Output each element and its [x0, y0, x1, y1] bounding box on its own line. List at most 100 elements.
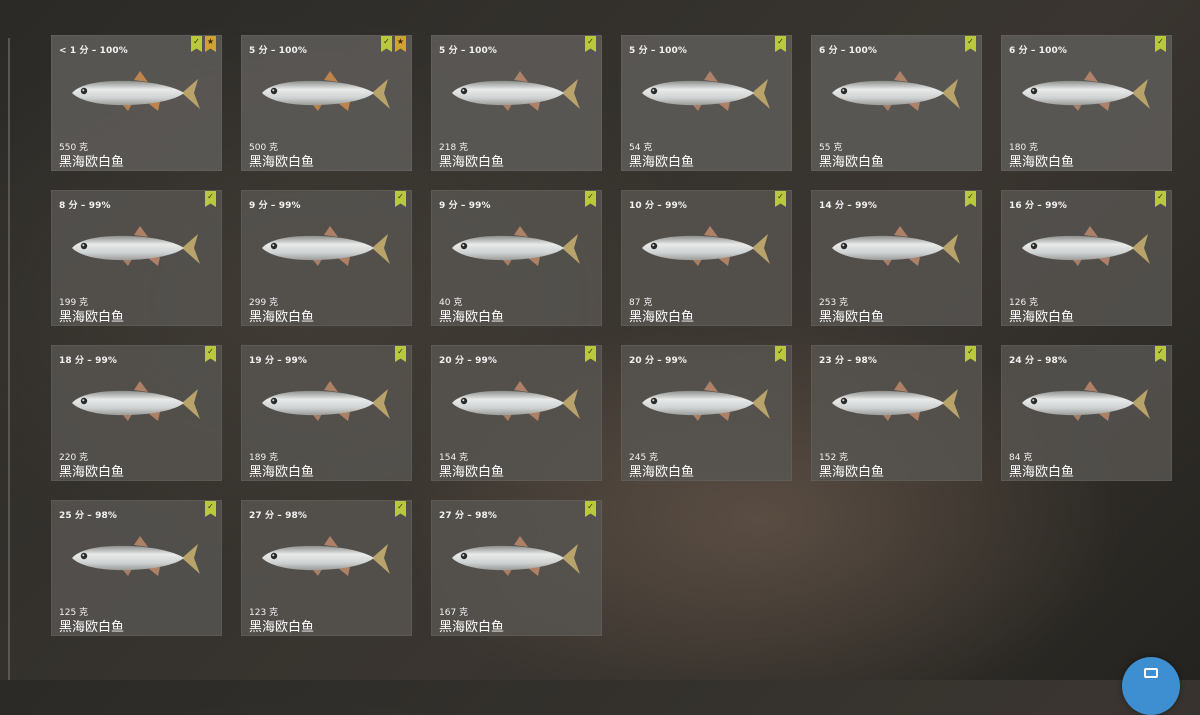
catch-card[interactable]: 5 分 – 100% ✓ ★ 500 克黑海欧白鱼: [241, 35, 412, 171]
fish-name: 黑海欧白鱼: [629, 155, 695, 170]
fish-name: 黑海欧白鱼: [1009, 310, 1075, 325]
fish-name: 黑海欧白鱼: [819, 310, 885, 325]
catch-stats: 20 分 – 99%: [629, 356, 687, 366]
catch-card[interactable]: 23 分 – 98% ✓ 152 克黑海欧白鱼: [811, 345, 982, 481]
badge-group: ✓: [775, 36, 786, 52]
fish-name: 黑海欧白鱼: [249, 310, 315, 325]
badge-group: ✓ ★: [191, 36, 216, 52]
checkmark-icon: ✓: [395, 501, 406, 517]
catch-stats: 16 分 – 99%: [1009, 201, 1067, 211]
badge-group: ✓: [205, 501, 216, 517]
fish-icon: [640, 224, 775, 272]
checkmark-icon: ✓: [775, 191, 786, 207]
catch-card[interactable]: 6 分 – 100% ✓ 55 克黑海欧白鱼: [811, 35, 982, 171]
fish-icon: [70, 224, 205, 272]
catch-stats: 8 分 – 99%: [59, 201, 111, 211]
fish-name: 黑海欧白鱼: [249, 620, 315, 635]
checkmark-icon: ✓: [585, 36, 596, 52]
badge-group: ✓: [1155, 191, 1166, 207]
message-icon: [1144, 668, 1158, 678]
badge-group: ✓: [965, 346, 976, 362]
badge-group: ✓: [775, 346, 786, 362]
fish-name: 黑海欧白鱼: [59, 155, 125, 170]
star-icon: ★: [205, 36, 216, 52]
fish-name: 黑海欧白鱼: [819, 465, 885, 480]
catch-stats: 24 分 – 98%: [1009, 356, 1067, 366]
catch-card[interactable]: 27 分 – 98% ✓ 167 克黑海欧白鱼: [431, 500, 602, 636]
fish-name: 黑海欧白鱼: [439, 465, 505, 480]
fish-name: 黑海欧白鱼: [439, 310, 505, 325]
catch-card[interactable]: 20 分 – 99% ✓ 154 克黑海欧白鱼: [431, 345, 602, 481]
checkmark-icon: ✓: [205, 501, 216, 517]
badge-group: ✓: [205, 191, 216, 207]
catch-card[interactable]: < 1 分 – 100% ✓ ★ 550 克黑海欧白鱼: [51, 35, 222, 171]
fish-icon: [1020, 224, 1155, 272]
fish-name: 黑海欧白鱼: [249, 155, 315, 170]
catch-stats: 5 分 – 100%: [249, 46, 307, 56]
checkmark-icon: ✓: [965, 191, 976, 207]
fish-icon: [640, 379, 775, 427]
catch-card[interactable]: 24 分 – 98% ✓ 84 克黑海欧白鱼: [1001, 345, 1172, 481]
catch-card[interactable]: 9 分 – 99% ✓ 40 克黑海欧白鱼: [431, 190, 602, 326]
catch-card[interactable]: 19 分 – 99% ✓ 189 克黑海欧白鱼: [241, 345, 412, 481]
catch-card[interactable]: 25 分 – 98% ✓ 125 克黑海欧白鱼: [51, 500, 222, 636]
checkmark-icon: ✓: [585, 346, 596, 362]
fish-name: 黑海欧白鱼: [439, 620, 505, 635]
checkmark-icon: ✓: [395, 346, 406, 362]
badge-group: ✓: [585, 191, 596, 207]
catch-stats: 27 分 – 98%: [249, 511, 307, 521]
checkmark-icon: ✓: [1155, 191, 1166, 207]
catch-stats: 20 分 – 99%: [439, 356, 497, 366]
catch-card[interactable]: 10 分 – 99% ✓ 87 克黑海欧白鱼: [621, 190, 792, 326]
checkmark-icon: ✓: [1155, 36, 1166, 52]
fish-icon: [70, 379, 205, 427]
badge-group: ✓: [395, 191, 406, 207]
catch-card[interactable]: 20 分 – 99% ✓ 245 克黑海欧白鱼: [621, 345, 792, 481]
checkmark-icon: ✓: [191, 36, 202, 52]
catch-card[interactable]: 8 分 – 99% ✓ 199 克黑海欧白鱼: [51, 190, 222, 326]
catch-card[interactable]: 14 分 – 99% ✓ 253 克黑海欧白鱼: [811, 190, 982, 326]
catch-stats: 18 分 – 99%: [59, 356, 117, 366]
checkmark-icon: ✓: [965, 346, 976, 362]
catch-stats: 5 分 – 100%: [439, 46, 497, 56]
badge-group: ✓: [1155, 36, 1166, 52]
checkmark-icon: ✓: [205, 346, 216, 362]
fish-name: 黑海欧白鱼: [439, 155, 505, 170]
badge-group: ✓: [395, 501, 406, 517]
fish-icon: [70, 534, 205, 582]
catch-stats: 27 分 – 98%: [439, 511, 497, 521]
fish-icon: [830, 69, 965, 117]
chat-button[interactable]: [1122, 657, 1180, 715]
badge-group: ✓: [395, 346, 406, 362]
catch-stats: 9 分 – 99%: [439, 201, 491, 211]
catch-stats: 14 分 – 99%: [819, 201, 877, 211]
fish-icon: [260, 69, 395, 117]
badge-group: ✓ ★: [381, 36, 406, 52]
fish-icon: [260, 379, 395, 427]
badge-group: ✓: [965, 191, 976, 207]
catch-card[interactable]: 6 分 – 100% ✓ 180 克黑海欧白鱼: [1001, 35, 1172, 171]
catch-card[interactable]: 5 分 – 100% ✓ 218 克黑海欧白鱼: [431, 35, 602, 171]
catch-stats: 9 分 – 99%: [249, 201, 301, 211]
checkmark-icon: ✓: [585, 501, 596, 517]
catch-card[interactable]: 27 分 – 98% ✓ 123 克黑海欧白鱼: [241, 500, 412, 636]
fish-name: 黑海欧白鱼: [59, 620, 125, 635]
catch-stats: 25 分 – 98%: [59, 511, 117, 521]
fish-icon: [450, 224, 585, 272]
fish-icon: [260, 224, 395, 272]
catch-stats: 23 分 – 98%: [819, 356, 877, 366]
fish-name: 黑海欧白鱼: [59, 465, 125, 480]
catch-stats: 10 分 – 99%: [629, 201, 687, 211]
fish-icon: [450, 69, 585, 117]
fish-icon: [450, 534, 585, 582]
catch-card[interactable]: 18 分 – 99% ✓ 220 克黑海欧白鱼: [51, 345, 222, 481]
fish-icon: [1020, 379, 1155, 427]
fish-name: 黑海欧白鱼: [1009, 465, 1075, 480]
catch-card[interactable]: 16 分 – 99% ✓ 126 克黑海欧白鱼: [1001, 190, 1172, 326]
fish-icon: [450, 379, 585, 427]
catch-card[interactable]: 9 分 – 99% ✓ 299 克黑海欧白鱼: [241, 190, 412, 326]
badge-group: ✓: [965, 36, 976, 52]
catch-stats: 6 分 – 100%: [1009, 46, 1067, 56]
catch-grid: < 1 分 – 100% ✓ ★ 550 克黑海欧白鱼 5 分 – 100% ✓ ★ 500 …: [51, 35, 1172, 636]
catch-card[interactable]: 5 分 – 100% ✓ 54 克黑海欧白鱼: [621, 35, 792, 171]
